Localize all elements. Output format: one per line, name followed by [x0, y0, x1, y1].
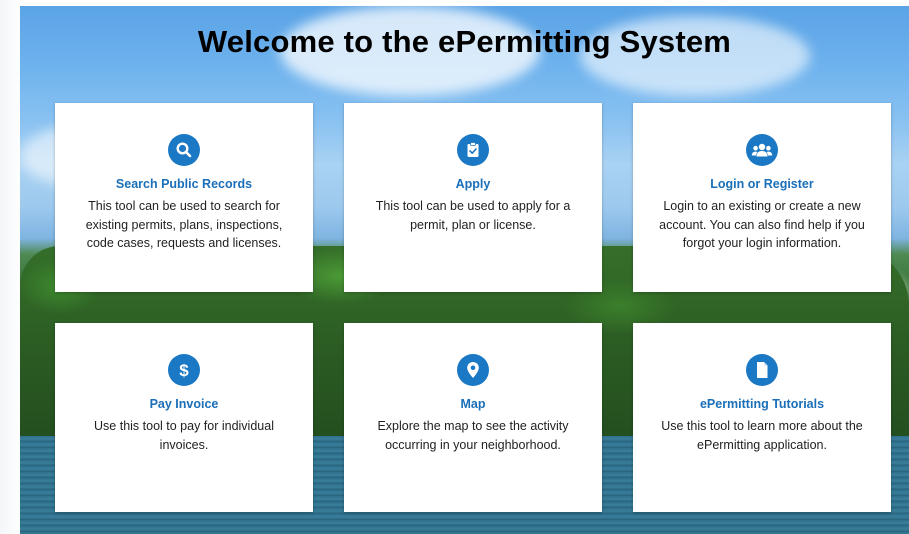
card-description: Use this tool to pay for individual invo…	[94, 419, 274, 452]
dollar-icon: $	[168, 354, 200, 386]
card-title[interactable]: Login or Register	[633, 177, 891, 191]
card-description: This tool can be used to apply for a per…	[375, 199, 571, 232]
card-description: Use this tool to learn more about the eP…	[661, 419, 863, 452]
card-description: This tool can be used to search for exis…	[85, 199, 283, 250]
users-icon	[746, 134, 778, 166]
search-icon	[168, 134, 200, 166]
card-tutorials[interactable]: ePermitting Tutorials Use this tool to l…	[633, 323, 891, 512]
page-title: Welcome to the ePermitting System	[197, 24, 732, 59]
card-map[interactable]: Map Explore the map to see the activity …	[344, 323, 602, 512]
svg-text:$: $	[179, 361, 189, 380]
card-pay-invoice[interactable]: $ Pay Invoice Use this tool to pay for i…	[55, 323, 313, 512]
card-description: Login to an existing or create a new acc…	[659, 199, 865, 250]
card-apply[interactable]: Apply This tool can be used to apply for…	[344, 103, 602, 292]
card-description: Explore the map to see the activity occu…	[377, 419, 569, 452]
card-title[interactable]: Pay Invoice	[55, 397, 313, 411]
map-pin-icon	[457, 354, 489, 386]
card-title[interactable]: Search Public Records	[55, 177, 313, 191]
card-title[interactable]: ePermitting Tutorials	[633, 397, 891, 411]
card-search-public-records[interactable]: Search Public Records This tool can be u…	[55, 103, 313, 292]
card-title[interactable]: Map	[344, 397, 602, 411]
clipboard-check-icon	[457, 134, 489, 166]
document-icon	[746, 354, 778, 386]
card-login-register[interactable]: Login or Register Login to an existing o…	[633, 103, 891, 292]
card-title[interactable]: Apply	[344, 177, 602, 191]
